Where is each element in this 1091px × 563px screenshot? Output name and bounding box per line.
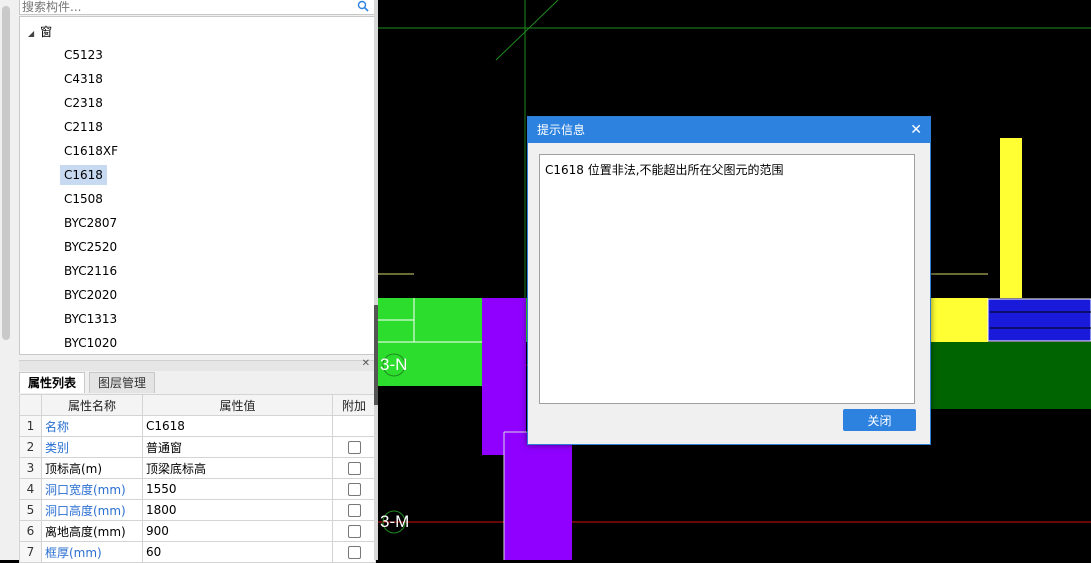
header-value: 属性值 <box>142 394 333 416</box>
property-extra <box>332 457 376 479</box>
property-name: 洞口宽度(mm) <box>41 478 143 500</box>
table-row[interactable]: 4 洞口宽度(mm) 1550 <box>19 478 376 500</box>
table-row[interactable]: 3 顶标高(m) 顶梁底标高 <box>19 457 376 479</box>
tab-bar: 属性列表 图层管理 <box>19 371 374 393</box>
header-name: 属性名称 <box>41 394 143 416</box>
column-yellow <box>1000 138 1022 298</box>
property-extra <box>332 520 376 542</box>
property-value[interactable]: 顶梁底标高 <box>142 457 333 479</box>
property-value[interactable]: 900 <box>142 520 333 542</box>
window-purple-upper <box>482 298 526 455</box>
property-extra <box>332 541 376 563</box>
property-value[interactable]: 普通窗 <box>142 436 333 458</box>
axis-label-n: 3-N <box>380 355 408 374</box>
property-extra <box>332 478 376 500</box>
extra-checkbox[interactable] <box>347 483 361 496</box>
property-value[interactable]: 1550 <box>142 478 333 500</box>
table-row[interactable]: 5 洞口高度(mm) 1800 <box>19 499 376 521</box>
beam-dark-green <box>928 342 1091 409</box>
tree-item-byc2807[interactable]: BYC2807 <box>60 213 121 233</box>
tree-item-c5123[interactable]: C5123 <box>60 45 107 65</box>
panel-splitter[interactable]: ✕ <box>19 358 374 371</box>
info-dialog: 提示信息 ✕ C1618 位置非法,不能超出所在父图元的范围 关闭 <box>527 116 931 445</box>
search-input[interactable] <box>20 0 342 14</box>
dialog-titlebar[interactable]: 提示信息 ✕ <box>528 117 930 143</box>
panel-scrollbar[interactable] <box>2 6 10 340</box>
property-value[interactable]: C1618 <box>142 415 333 437</box>
close-icon[interactable]: ✕ <box>910 117 922 143</box>
extra-checkbox[interactable] <box>347 546 361 559</box>
tree-item-c4318[interactable]: C4318 <box>60 69 107 89</box>
property-extra <box>332 499 376 521</box>
grid-line-diagonal <box>495 0 559 61</box>
table-row[interactable]: 2 类别 普通窗 <box>19 436 376 458</box>
tree-item-byc2520[interactable]: BYC2520 <box>60 237 121 257</box>
tree-item-byc2116[interactable]: BYC2116 <box>60 261 121 281</box>
extra-checkbox[interactable] <box>347 525 361 538</box>
tab-properties[interactable]: 属性列表 <box>19 372 86 393</box>
extra-checkbox[interactable] <box>347 462 361 475</box>
search-box <box>19 0 376 15</box>
row-index: 2 <box>19 436 42 458</box>
row-index: 7 <box>19 541 42 563</box>
table-row[interactable]: 6 离地高度(mm) 900 <box>19 520 376 542</box>
tree-item-byc2020[interactable]: BYC2020 <box>60 285 121 305</box>
tree-root-label: 窗 <box>40 25 53 39</box>
tree-item-c1618xf[interactable]: C1618XF <box>60 141 122 161</box>
property-name: 名称 <box>41 415 143 437</box>
property-name: 类别 <box>41 436 143 458</box>
wall-yellow <box>928 298 988 342</box>
property-name: 框厚(mm) <box>41 541 143 563</box>
property-extra <box>332 415 376 437</box>
search-icon[interactable] <box>357 0 369 12</box>
dialog-title: 提示信息 <box>537 123 586 137</box>
component-tree: ◢ 窗 C5123 C4318 C2318 C2118 C1618XF C1618 C1508… <box>19 16 376 355</box>
row-index: 1 <box>19 415 42 437</box>
close-icon[interactable]: ✕ <box>362 358 370 369</box>
tree-item-c1618[interactable]: C1618 <box>60 165 107 185</box>
row-index: 4 <box>19 478 42 500</box>
table-row[interactable]: 7 框厚(mm) 60 <box>19 541 376 563</box>
collapse-triangle-icon[interactable]: ◢ <box>28 29 34 38</box>
row-index: 6 <box>19 520 42 542</box>
tree-root-window[interactable]: ◢ 窗 <box>28 23 52 41</box>
window-blue <box>987 298 1091 342</box>
close-button[interactable]: 关闭 <box>843 409 916 431</box>
extra-checkbox[interactable] <box>347 441 361 454</box>
property-name: 洞口高度(mm) <box>41 499 143 521</box>
tab-layers[interactable]: 图层管理 <box>89 372 156 393</box>
table-header-row: 属性名称 属性值 附加 <box>19 394 376 416</box>
window-purple-lower <box>504 432 572 560</box>
extra-checkbox[interactable] <box>347 504 361 517</box>
tree-item-byc1313[interactable]: BYC1313 <box>60 309 121 329</box>
properties-table: 属性名称 属性值 附加 1 名称 C1618 2 类别 普通窗 3 顶标高(m) 顶梁底标高 4 洞… <box>19 394 376 563</box>
property-extra <box>332 436 376 458</box>
property-name: 顶标高(m) <box>41 457 143 479</box>
property-name: 离地高度(mm) <box>41 520 143 542</box>
header-extra: 附加 <box>332 394 376 416</box>
tree-item-c2318[interactable]: C2318 <box>60 93 107 113</box>
table-row[interactable]: 1 名称 C1618 <box>19 415 376 437</box>
property-value[interactable]: 1800 <box>142 499 333 521</box>
property-value[interactable]: 60 <box>142 541 333 563</box>
header-index <box>19 394 42 416</box>
tree-item-c2118[interactable]: C2118 <box>60 117 107 137</box>
tree-item-c1508[interactable]: C1508 <box>60 189 107 209</box>
left-panel: ◢窗 C5123C4318C2318C2118C1618XFC1618C1508… <box>0 0 378 563</box>
tree-item-byc1020[interactable]: BYC1020 <box>60 333 121 353</box>
row-index: 5 <box>19 499 42 521</box>
row-index: 3 <box>19 457 42 479</box>
axis-label-m: 3-M <box>380 512 410 531</box>
dialog-message: C1618 位置非法,不能超出所在父图元的范围 <box>539 154 915 404</box>
